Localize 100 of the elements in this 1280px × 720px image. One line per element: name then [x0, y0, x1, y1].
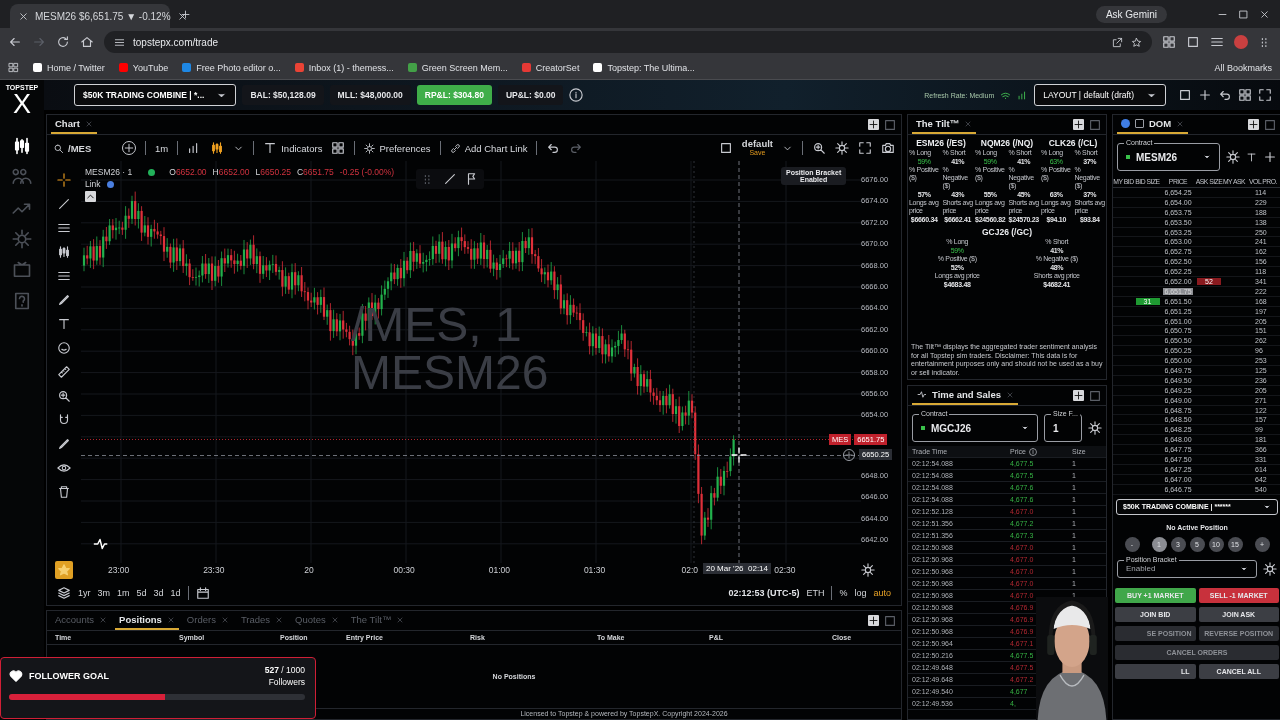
add-panel-icon[interactable] [868, 119, 879, 130]
magnet-icon[interactable] [57, 413, 71, 427]
maximize-icon[interactable] [1238, 8, 1249, 20]
line-icon[interactable] [443, 172, 457, 186]
range-button[interactable]: 1d [170, 588, 181, 598]
axis-settings-icon[interactable] [861, 563, 875, 577]
add-panel-icon[interactable] [1248, 119, 1259, 130]
address-field[interactable]: topstepx.com/trade [104, 31, 1152, 53]
calendar-icon[interactable] [195, 586, 210, 600]
add-order-icon[interactable] [843, 449, 855, 461]
panel-tab[interactable]: Positions [115, 611, 179, 630]
replay-icon[interactable] [812, 141, 826, 155]
trash-icon[interactable] [57, 485, 71, 499]
bookmark-link[interactable]: CreatorSet [521, 62, 580, 73]
extensions-icon[interactable] [1162, 35, 1176, 49]
range-button[interactable]: 3d [153, 588, 164, 598]
close-icon[interactable] [18, 10, 29, 22]
reload-icon[interactable] [56, 35, 70, 49]
session-button[interactable]: ETH [806, 588, 825, 598]
layout-select[interactable]: LAYOUT | default (draft) [1034, 84, 1166, 106]
brush-icon[interactable] [57, 293, 71, 307]
add-panel-icon[interactable] [868, 615, 879, 626]
gemini-button[interactable]: Ask Gemini [1095, 5, 1167, 23]
panel-tab[interactable]: DOM [1117, 115, 1189, 134]
layout-icon[interactable] [718, 141, 733, 155]
add-symbol-icon[interactable] [122, 141, 136, 155]
panel-tab[interactable]: Time and Sales [912, 386, 1018, 405]
layout-name[interactable]: default [741, 139, 773, 148]
text-tool-icon[interactable] [57, 317, 71, 331]
chart-icon[interactable] [12, 136, 32, 156]
sidebar-icon[interactable] [1186, 35, 1200, 49]
help-icon[interactable] [12, 291, 32, 311]
bookmark-star-icon[interactable] [1131, 36, 1142, 48]
menu-icon[interactable] [1210, 35, 1224, 49]
range-button[interactable]: 5d [136, 588, 147, 598]
fullscreen-icon[interactable] [858, 141, 872, 155]
add-icon[interactable] [1263, 150, 1277, 164]
account-select[interactable]: $50K TRADING COMBINE | *... [74, 84, 237, 106]
community-icon[interactable] [12, 167, 32, 187]
lines-icon[interactable] [57, 269, 71, 283]
auto-button[interactable]: auto [873, 588, 891, 598]
home-icon[interactable] [80, 35, 94, 49]
emoji-icon[interactable] [57, 341, 71, 355]
camera-icon[interactable] [881, 141, 895, 155]
log-button[interactable]: log [854, 588, 867, 598]
search-icon [53, 142, 64, 154]
templates-icon[interactable] [331, 141, 346, 155]
site-info-icon[interactable] [114, 36, 125, 48]
redo-icon[interactable] [569, 141, 584, 155]
eye-icon[interactable] [57, 461, 71, 475]
follower-target: / 1000 [280, 665, 305, 675]
lines-icon[interactable] [57, 221, 71, 235]
add-panel-icon[interactable] [1073, 390, 1084, 401]
windows-icon[interactable] [1238, 88, 1252, 102]
add-chart-link-button[interactable]: Add Chart Link [449, 142, 528, 154]
new-tab-icon[interactable] [180, 8, 191, 20]
brush-icon[interactable] [57, 437, 71, 451]
install-icon[interactable] [1112, 36, 1123, 48]
range-button[interactable]: 1yr [78, 588, 91, 598]
trend-line-icon[interactable] [57, 197, 71, 211]
status-square [1126, 155, 1130, 159]
candle-type-icon[interactable] [210, 141, 225, 155]
ohlc-value: H6652.00 [212, 167, 250, 177]
preferences-button[interactable]: Preferences [364, 142, 431, 154]
range-button[interactable]: 3m [97, 588, 111, 598]
fullscreen-icon[interactable] [1258, 88, 1272, 102]
close-icon[interactable] [176, 10, 188, 22]
bookmark-link[interactable]: Home / Twitter [33, 62, 105, 73]
collapse-icon[interactable] [85, 191, 96, 202]
avatar[interactable] [1234, 35, 1248, 49]
range-button[interactable]: 1m [117, 588, 130, 598]
bookmark-link[interactable]: Inbox (1) - themess... [294, 62, 394, 73]
bookmark-link[interactable]: YouTube [118, 62, 169, 73]
zoom-icon[interactable] [57, 389, 71, 403]
interval-button[interactable]: 1m [155, 142, 169, 154]
panel-tab[interactable]: Chart [51, 115, 97, 134]
bookmark-link[interactable]: Green Screen Mem... [407, 62, 508, 73]
indicators-button[interactable]: Indicators [263, 141, 323, 155]
ruler-icon[interactable] [57, 365, 71, 379]
bookmark-link[interactable]: Topstep: The Ultima... [593, 62, 695, 73]
symbol-search[interactable]: /MES [53, 142, 113, 154]
apps-icon[interactable] [8, 62, 19, 73]
link-label[interactable]: Link [85, 179, 101, 189]
close-icon[interactable] [1259, 8, 1270, 20]
info-icon[interactable] [1028, 447, 1037, 456]
reset-icon[interactable] [1218, 88, 1232, 102]
undo-icon[interactable] [546, 141, 561, 155]
add-icon[interactable] [1198, 88, 1212, 102]
pattern-icon[interactable] [57, 245, 71, 259]
layers-icon[interactable] [57, 586, 71, 600]
tv-icon[interactable] [12, 260, 32, 280]
save-layout-icon[interactable] [1178, 88, 1192, 102]
all-bookmarks-link[interactable]: All Bookmarks [1214, 62, 1272, 73]
back-icon[interactable] [8, 35, 22, 49]
crosshair-icon[interactable] [57, 173, 71, 187]
panel-tab[interactable]: The Tilt™ [912, 115, 977, 134]
percent-button[interactable]: % [839, 588, 848, 598]
info-icon[interactable] [569, 88, 584, 102]
add-panel-icon[interactable] [1073, 119, 1084, 130]
bookmark-link[interactable]: Free Photo editor o... [182, 62, 281, 73]
